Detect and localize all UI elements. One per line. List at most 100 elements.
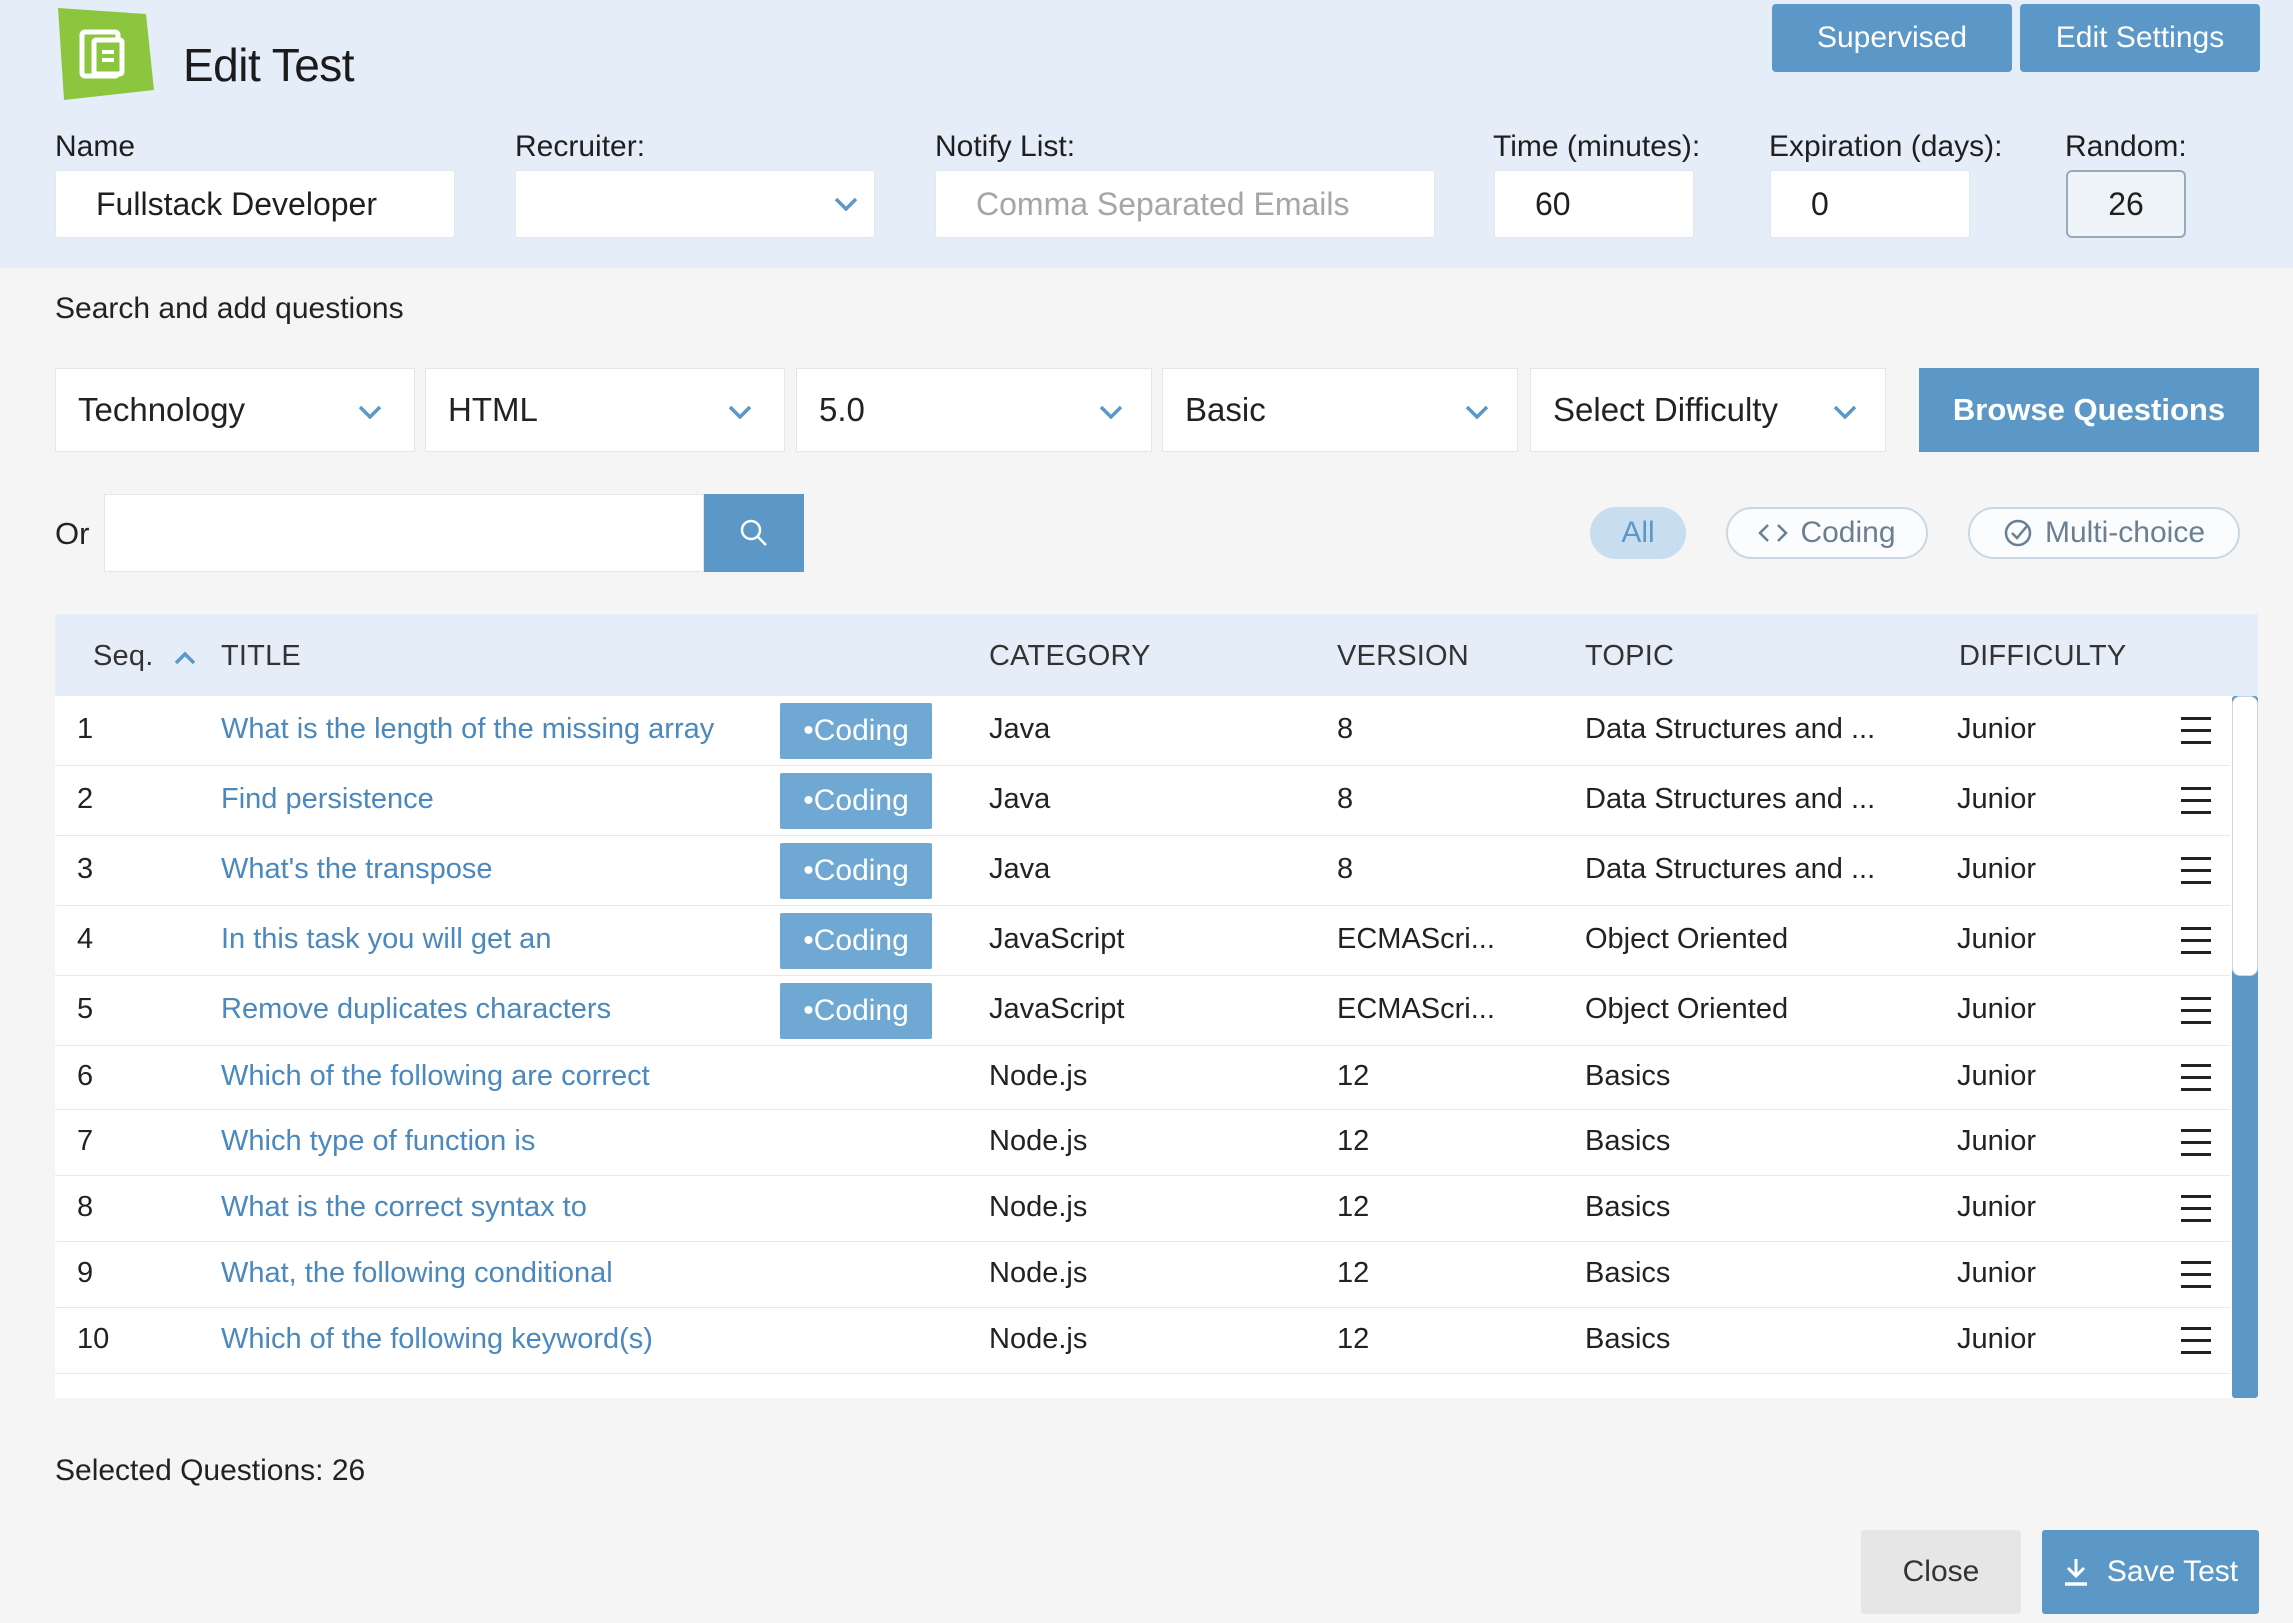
hamburger-icon[interactable] <box>2181 1064 2211 1092</box>
row-title-link[interactable]: Remove duplicates characters <box>221 993 611 1026</box>
row-title-link[interactable]: What is the correct syntax to <box>221 1191 587 1224</box>
language-select[interactable]: HTML <box>425 368 785 452</box>
table-row[interactable]: 9 What, the following conditional Node.js 1… <box>55 1242 2230 1308</box>
time-input[interactable]: 60 <box>1494 170 1694 238</box>
row-category: Node.js <box>989 1191 1088 1223</box>
hamburger-icon[interactable] <box>2181 1261 2211 1289</box>
table-row[interactable]: 6 Which of the following are correct Node.… <box>55 1046 2230 1110</box>
row-title-link[interactable]: What, the following conditional <box>221 1257 613 1290</box>
version-header[interactable]: VERSION <box>1337 640 1469 673</box>
hamburger-bar <box>2181 1141 2211 1144</box>
save-test-button[interactable]: Save Test <box>2042 1530 2259 1614</box>
download-icon <box>2064 1559 2087 1586</box>
title-header[interactable]: TITLE <box>221 640 301 673</box>
row-category: Java <box>989 783 1051 815</box>
supervised-button[interactable]: Supervised <box>1772 4 2012 72</box>
row-title-link[interactable]: Which type of function is <box>221 1125 535 1158</box>
topic-header[interactable]: TOPIC <box>1585 640 1674 673</box>
table-row[interactable]: 3 What's the transpose • Coding Java 8 Data S… <box>55 836 2230 906</box>
table-row[interactable]: 7 Which type of function is Node.js 12 Basic… <box>55 1110 2230 1176</box>
hamburger-icon[interactable] <box>2181 1195 2211 1223</box>
table-scrollbar[interactable] <box>2230 696 2258 1398</box>
hamburger-bar <box>2181 1076 2211 1079</box>
technology-select[interactable]: Technology <box>55 368 415 452</box>
notify-list-input[interactable]: Comma Separated Emails <box>935 170 1435 238</box>
seq-header[interactable]: Seq. <box>93 640 196 673</box>
browse-questions-button[interactable]: Browse Questions <box>1919 368 2259 452</box>
row-title-link[interactable]: In this task you will get an <box>221 923 551 956</box>
version-select[interactable]: 5.0 <box>796 368 1152 452</box>
coding-badge-label: Coding <box>813 854 909 887</box>
edit-settings-button[interactable]: Edit Settings <box>2020 4 2260 72</box>
chevron-down-icon <box>1465 405 1489 419</box>
row-title-link[interactable]: Which of the following are correct <box>221 1060 650 1093</box>
filter-coding-pill[interactable]: Coding <box>1726 507 1928 559</box>
hamburger-bar <box>2181 1088 2211 1091</box>
table-row[interactable]: 4 In this task you will get an • Coding Jav… <box>55 906 2230 976</box>
hamburger-icon[interactable] <box>2181 927 2211 955</box>
row-title-link[interactable]: What's the transpose <box>221 853 493 886</box>
expiration-input[interactable]: 0 <box>1770 170 1970 238</box>
hamburger-bar <box>2181 1339 2211 1342</box>
save-test-label: Save Test <box>2106 1555 2239 1588</box>
table-row[interactable]: 2 Find persistence • Coding Java 8 Data Struc… <box>55 766 2230 836</box>
scrollbar-thumb[interactable] <box>2232 696 2258 976</box>
hamburger-bar <box>2181 717 2211 720</box>
row-difficulty: Junior <box>1957 923 2036 955</box>
hamburger-icon[interactable] <box>2181 1327 2211 1355</box>
random-input[interactable]: 26 <box>2066 170 2186 238</box>
hamburger-bar <box>2181 811 2211 814</box>
row-title-link[interactable]: What is the length of the missing array <box>221 713 714 746</box>
hamburger-icon[interactable] <box>2181 787 2211 815</box>
row-title-link[interactable]: Which of the following keyword(s) <box>221 1323 653 1356</box>
category-header[interactable]: CATEGORY <box>989 640 1151 673</box>
difficulty-select-value: Select Difficulty <box>1553 391 1778 428</box>
hamburger-bar <box>2181 881 2211 884</box>
header-panel: Edit Test Supervised Edit Settings Name … <box>0 0 2293 268</box>
row-category: Java <box>989 713 1051 745</box>
hamburger-bar <box>2181 1261 2211 1264</box>
hamburger-bar <box>2181 1021 2211 1024</box>
hamburger-icon[interactable] <box>2181 857 2211 885</box>
badge-dot: • <box>803 714 814 747</box>
hamburger-bar <box>2181 799 2211 802</box>
coding-badge: • Coding <box>780 773 932 829</box>
filter-multichoice-pill[interactable]: Multi-choice <box>1968 507 2240 559</box>
hamburger-icon[interactable] <box>2181 997 2211 1025</box>
document-stack-icon <box>58 8 154 100</box>
chevron-down-icon <box>1099 405 1123 419</box>
chevron-up-icon <box>174 651 195 665</box>
row-difficulty: Junior <box>1957 853 2036 885</box>
row-seq: 5 <box>77 993 94 1025</box>
hamburger-bar <box>2181 997 2211 1000</box>
close-button[interactable]: Close <box>1861 1530 2021 1614</box>
row-topic: Basics <box>1585 1257 1671 1289</box>
topic-select[interactable]: Basic <box>1162 368 1518 452</box>
hamburger-icon[interactable] <box>2181 1129 2211 1157</box>
table-row[interactable]: 5 Remove duplicates characters • Coding Jav… <box>55 976 2230 1046</box>
name-label: Name <box>55 130 136 163</box>
filter-all-pill[interactable]: All <box>1590 507 1686 559</box>
difficulty-select[interactable]: Select Difficulty <box>1530 368 1886 452</box>
row-seq: 3 <box>77 853 94 885</box>
row-version: 8 <box>1337 853 1354 885</box>
hamburger-icon[interactable] <box>2181 717 2211 745</box>
table-row[interactable]: 1 What is the length of the missing array… <box>55 696 2230 766</box>
page-title: Edit Test <box>183 39 355 91</box>
hamburger-bar <box>2181 729 2211 732</box>
name-input[interactable]: Fullstack Developer <box>55 170 455 238</box>
topic-select-value: Basic <box>1185 391 1266 428</box>
search-button[interactable] <box>704 494 804 572</box>
difficulty-header[interactable]: DIFFICULTY <box>1959 640 2126 673</box>
row-title-link[interactable]: Find persistence <box>221 783 434 816</box>
table-row[interactable]: 8 What is the correct syntax to Node.js 12 B… <box>55 1176 2230 1242</box>
table-row[interactable]: 10 Which of the following keyword(s) Node.… <box>55 1308 2230 1374</box>
row-difficulty: Junior <box>1957 1125 2036 1157</box>
recruiter-label: Recruiter: <box>515 130 646 163</box>
chevron-down-icon <box>358 405 382 419</box>
row-topic: Data Structures and ... <box>1585 853 1876 885</box>
selected-questions-count: Selected Questions: 26 <box>55 1454 366 1487</box>
version-select-value: 5.0 <box>819 391 865 428</box>
search-input[interactable] <box>104 494 704 572</box>
recruiter-select[interactable] <box>515 170 875 238</box>
